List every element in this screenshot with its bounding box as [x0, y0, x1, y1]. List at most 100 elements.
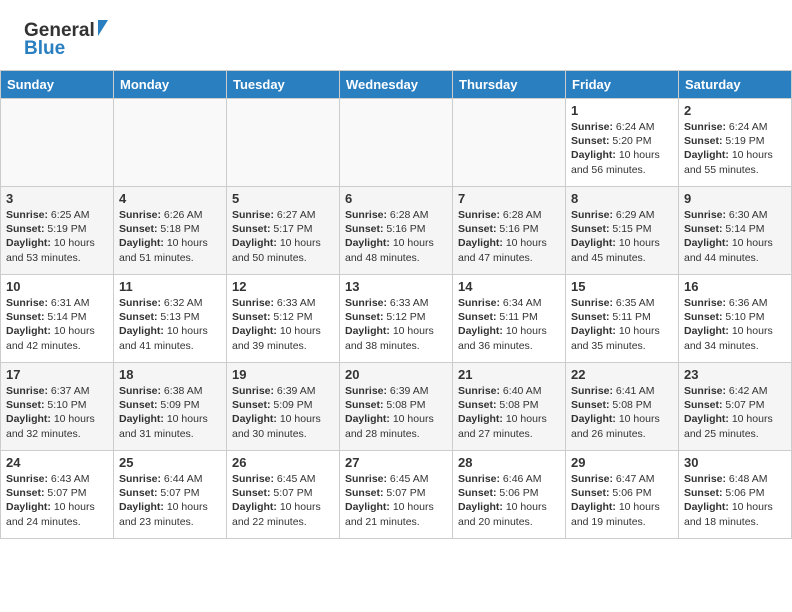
day-info: Sunrise: 6:33 AM [232, 296, 334, 310]
day-number: 3 [6, 191, 108, 206]
day-number: 8 [571, 191, 673, 206]
calendar-cell: 29Sunrise: 6:47 AMSunset: 5:06 PMDayligh… [566, 451, 679, 539]
day-of-week-header: Monday [114, 71, 227, 99]
calendar-cell [227, 99, 340, 187]
day-number: 15 [571, 279, 673, 294]
calendar-cell: 26Sunrise: 6:45 AMSunset: 5:07 PMDayligh… [227, 451, 340, 539]
day-of-week-header: Tuesday [227, 71, 340, 99]
day-info: Sunset: 5:17 PM [232, 222, 334, 236]
day-info: Daylight: 10 hours and 19 minutes. [571, 500, 673, 528]
day-of-week-header: Saturday [679, 71, 792, 99]
day-number: 29 [571, 455, 673, 470]
day-number: 21 [458, 367, 560, 382]
day-info: Daylight: 10 hours and 55 minutes. [684, 148, 786, 176]
day-info: Sunrise: 6:45 AM [232, 472, 334, 486]
day-info: Sunset: 5:10 PM [6, 398, 108, 412]
day-info: Daylight: 10 hours and 28 minutes. [345, 412, 447, 440]
day-of-week-header: Wednesday [340, 71, 453, 99]
day-info: Sunset: 5:20 PM [571, 134, 673, 148]
day-info: Sunset: 5:16 PM [345, 222, 447, 236]
day-info: Sunset: 5:11 PM [458, 310, 560, 324]
day-number: 20 [345, 367, 447, 382]
week-row: 1Sunrise: 6:24 AMSunset: 5:20 PMDaylight… [1, 99, 792, 187]
day-info: Sunset: 5:12 PM [345, 310, 447, 324]
day-info: Sunrise: 6:44 AM [119, 472, 221, 486]
svg-text:Blue: Blue [24, 38, 65, 59]
calendar-cell: 18Sunrise: 6:38 AMSunset: 5:09 PMDayligh… [114, 363, 227, 451]
day-info: Daylight: 10 hours and 44 minutes. [684, 236, 786, 264]
week-row: 24Sunrise: 6:43 AMSunset: 5:07 PMDayligh… [1, 451, 792, 539]
day-info: Sunrise: 6:26 AM [119, 208, 221, 222]
day-info: Daylight: 10 hours and 39 minutes. [232, 324, 334, 352]
day-number: 26 [232, 455, 334, 470]
day-info: Sunrise: 6:38 AM [119, 384, 221, 398]
day-info: Daylight: 10 hours and 23 minutes. [119, 500, 221, 528]
day-info: Daylight: 10 hours and 41 minutes. [119, 324, 221, 352]
day-info: Sunset: 5:10 PM [684, 310, 786, 324]
day-info: Daylight: 10 hours and 50 minutes. [232, 236, 334, 264]
day-info: Sunrise: 6:30 AM [684, 208, 786, 222]
week-row: 17Sunrise: 6:37 AMSunset: 5:10 PMDayligh… [1, 363, 792, 451]
day-info: Daylight: 10 hours and 45 minutes. [571, 236, 673, 264]
page-header: GeneralBlue [0, 0, 792, 70]
day-number: 6 [345, 191, 447, 206]
calendar-cell: 7Sunrise: 6:28 AMSunset: 5:16 PMDaylight… [453, 187, 566, 275]
day-info: Sunrise: 6:28 AM [345, 208, 447, 222]
day-info: Sunset: 5:11 PM [571, 310, 673, 324]
day-number: 27 [345, 455, 447, 470]
calendar-cell: 15 Sunrise: 6:35 AMSunset: 5:11 PMDayligh… [566, 275, 679, 363]
day-of-week-header: Thursday [453, 71, 566, 99]
day-info: Daylight: 10 hours and 31 minutes. [119, 412, 221, 440]
calendar-cell: 27Sunrise: 6:45 AMSunset: 5:07 PMDayligh… [340, 451, 453, 539]
day-number: 17 [6, 367, 108, 382]
day-info: Sunrise: 6:34 AM [458, 296, 560, 310]
calendar-cell: 5Sunrise: 6:27 AMSunset: 5:17 PMDaylight… [227, 187, 340, 275]
calendar-cell [1, 99, 114, 187]
day-info: Sunset: 5:18 PM [119, 222, 221, 236]
day-of-week-header: Sunday [1, 71, 114, 99]
calendar-cell: 21Sunrise: 6:40 AMSunset: 5:08 PMDayligh… [453, 363, 566, 451]
calendar-cell: 19Sunrise: 6:39 AMSunset: 5:09 PMDayligh… [227, 363, 340, 451]
calendar-cell: 22Sunrise: 6:41 AMSunset: 5:08 PMDayligh… [566, 363, 679, 451]
day-number: 28 [458, 455, 560, 470]
day-info: Sunrise: 6:39 AM [232, 384, 334, 398]
day-info: Sunrise: 6:24 AM [684, 120, 786, 134]
day-info: Sunrise: 6:35 AM [571, 296, 673, 310]
day-info: Sunset: 5:08 PM [571, 398, 673, 412]
day-info: Sunset: 5:07 PM [6, 486, 108, 500]
calendar-cell: 28Sunrise: 6:46 AMSunset: 5:06 PMDayligh… [453, 451, 566, 539]
calendar-cell: 3Sunrise: 6:25 AMSunset: 5:19 PMDaylight… [1, 187, 114, 275]
day-info: Sunset: 5:06 PM [458, 486, 560, 500]
day-number: 14 [458, 279, 560, 294]
week-row: 3Sunrise: 6:25 AMSunset: 5:19 PMDaylight… [1, 187, 792, 275]
day-number: 11 [119, 279, 221, 294]
calendar-cell: 4Sunrise: 6:26 AMSunset: 5:18 PMDaylight… [114, 187, 227, 275]
calendar-cell: 6Sunrise: 6:28 AMSunset: 5:16 PMDaylight… [340, 187, 453, 275]
day-number: 9 [684, 191, 786, 206]
day-number: 10 [6, 279, 108, 294]
calendar-cell: 24Sunrise: 6:43 AMSunset: 5:07 PMDayligh… [1, 451, 114, 539]
day-info: Daylight: 10 hours and 21 minutes. [345, 500, 447, 528]
day-of-week-header: Friday [566, 71, 679, 99]
day-info: Daylight: 10 hours and 38 minutes. [345, 324, 447, 352]
calendar-cell [453, 99, 566, 187]
day-info: Daylight: 10 hours and 42 minutes. [6, 324, 108, 352]
logo: GeneralBlue [24, 18, 114, 60]
day-info: Sunset: 5:16 PM [458, 222, 560, 236]
day-info: Sunset: 5:06 PM [684, 486, 786, 500]
day-info: Sunset: 5:13 PM [119, 310, 221, 324]
day-info: Daylight: 10 hours and 25 minutes. [684, 412, 786, 440]
day-info: Sunrise: 6:29 AM [571, 208, 673, 222]
calendar-header-row: SundayMondayTuesdayWednesdayThursdayFrid… [1, 71, 792, 99]
day-info: Daylight: 10 hours and 35 minutes. [571, 324, 673, 352]
day-info: Sunrise: 6:25 AM [6, 208, 108, 222]
day-info: Daylight: 10 hours and 27 minutes. [458, 412, 560, 440]
day-info: Sunset: 5:06 PM [571, 486, 673, 500]
day-info: Daylight: 10 hours and 18 minutes. [684, 500, 786, 528]
day-info: Sunrise: 6:46 AM [458, 472, 560, 486]
calendar-cell: 8Sunrise: 6:29 AMSunset: 5:15 PMDaylight… [566, 187, 679, 275]
day-info: Daylight: 10 hours and 24 minutes. [6, 500, 108, 528]
day-info: Daylight: 10 hours and 51 minutes. [119, 236, 221, 264]
calendar-cell: 11Sunrise: 6:32 AMSunset: 5:13 PMDayligh… [114, 275, 227, 363]
day-info: Sunrise: 6:24 AM [571, 120, 673, 134]
